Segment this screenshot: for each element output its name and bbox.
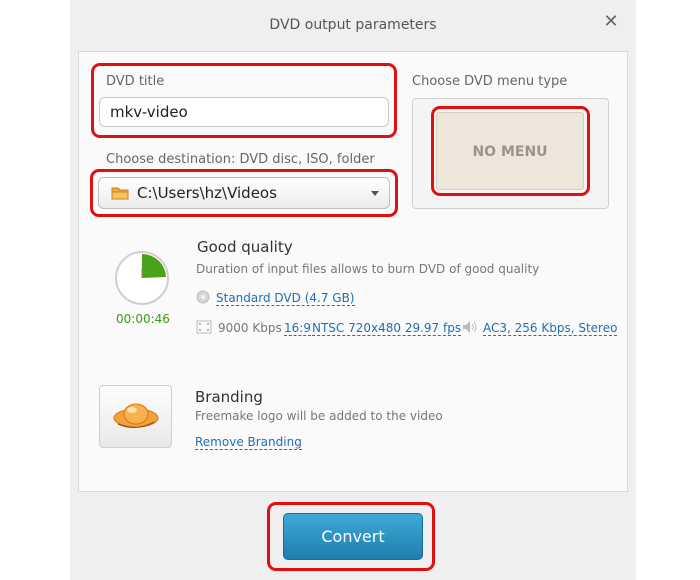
film-icon: [196, 320, 212, 334]
destination-value: C:\Users\hz\Videos: [137, 184, 277, 202]
clock-icon: [115, 251, 169, 305]
branding-description: Freemake logo will be added to the video: [195, 409, 443, 423]
branding-title: Branding: [195, 388, 263, 406]
freemake-logo-icon: [113, 403, 159, 428]
dialog-title: DVD output parameters: [269, 17, 437, 33]
no-menu-option[interactable]: NO MENU: [436, 112, 584, 190]
destination-select[interactable]: C:\Users\hz\Videos: [98, 177, 390, 209]
folder-icon: [111, 187, 129, 200]
aspect-ratio-link[interactable]: 16:9: [284, 321, 311, 336]
destination-label: Choose destination: DVD disc, ISO, folde…: [106, 152, 375, 167]
branding-logo-box: [99, 385, 172, 448]
duration-value: 00:00:46: [116, 312, 170, 326]
menu-type-label: Choose DVD menu type: [412, 74, 568, 89]
dvd-output-dialog: DVD output parameters ✕ DVD title mkv-vi…: [70, 0, 636, 580]
speaker-icon: [463, 321, 477, 333]
remove-branding-link[interactable]: Remove Branding: [195, 435, 302, 450]
chevron-down-icon: [371, 191, 379, 196]
disc-size-link[interactable]: Standard DVD (4.7 GB): [216, 291, 355, 306]
quality-description: Duration of input files allows to burn D…: [196, 262, 540, 276]
video-format-link[interactable]: NTSC 720x480 29.97 fps: [312, 321, 462, 336]
bitrate-value: 9000 Kbps: [218, 321, 282, 335]
close-icon[interactable]: ✕: [603, 13, 619, 31]
disc-icon: [196, 290, 210, 304]
dvd-title-input[interactable]: mkv-video: [99, 97, 389, 127]
convert-button[interactable]: Convert: [283, 513, 423, 560]
dvd-title-label: DVD title: [106, 74, 165, 89]
quality-title: Good quality: [197, 238, 293, 256]
audio-format-link[interactable]: AC3, 256 Kbps, Stereo: [483, 321, 618, 336]
